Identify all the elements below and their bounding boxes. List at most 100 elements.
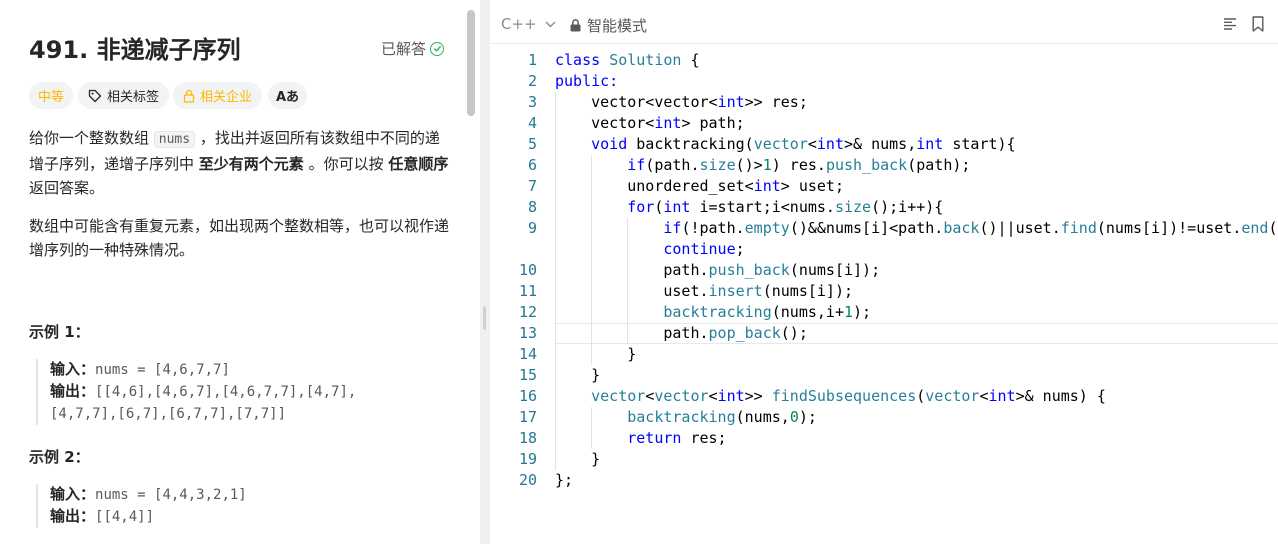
description-paragraph-2: 数组中可能含有重复元素，如出现两个整数相等，也可以视作递增序列的一种特殊情况。 — [29, 217, 450, 259]
input-value: nums = [4,6,7,7] — [95, 362, 230, 378]
panel-splitter[interactable] — [480, 0, 490, 544]
code-text: backtracking(nums,i+1); — [663, 303, 872, 321]
code-line[interactable]: 12 backtracking(nums,i+1); — [490, 302, 1278, 323]
line-number: 13 — [518, 324, 537, 342]
description-text: 。你可以按 — [303, 155, 389, 173]
line-number: 18 — [518, 429, 537, 447]
output-label: 输出： — [50, 382, 96, 400]
line-number: 9 — [527, 219, 537, 237]
code-line[interactable]: 14 } — [490, 344, 1278, 365]
code-text: if(!path.empty()&&nums[i]<path.back()||u… — [663, 219, 1278, 237]
output-value: [[4,6],[4,6,7],[4,6,7,7],[4,7], — [95, 384, 357, 400]
code-text: } — [555, 366, 601, 384]
code-text: if(path.size()>1) res.push_back(path); — [627, 156, 971, 174]
input-label: 输入： — [50, 485, 96, 503]
code-line[interactable]: 20}; — [490, 470, 1278, 491]
line-number: 17 — [518, 408, 537, 426]
solved-label: 已解答 — [381, 40, 427, 58]
code-line[interactable]: 19 } — [490, 449, 1278, 470]
solved-status: 已解答 — [381, 38, 445, 59]
line-number: 10 — [518, 261, 537, 279]
code-line[interactable]: 8 for(int i=start;i<nums.size();i++){ — [490, 197, 1278, 218]
format-align-icon[interactable] — [1223, 17, 1237, 31]
code-text: } — [555, 345, 637, 363]
code-text: void backtracking(vector<int>& nums,int … — [591, 135, 1016, 153]
code-area[interactable]: 1 class Solution { 2 public: 3 vector<vector… — [490, 50, 1278, 491]
code-text: path.pop_back(); — [555, 324, 808, 342]
output-label: 输出： — [50, 507, 96, 525]
code-text: vector<vector<int>> res; — [555, 93, 808, 111]
output-value: [[4,4]] — [95, 509, 155, 525]
code-text: class Solution { — [555, 51, 700, 69]
translate-button[interactable]: Aあ — [268, 82, 308, 109]
code-text: } — [555, 450, 601, 468]
difficulty-tag: 中等 — [29, 82, 74, 109]
bookmark-icon[interactable] — [1252, 16, 1264, 32]
code-line[interactable]: 3 vector<vector<int>> res; — [490, 92, 1278, 113]
tag-icon — [88, 89, 102, 102]
problem-title: 491. 非递减子序列 — [29, 36, 241, 64]
check-circle-icon — [430, 41, 445, 56]
chevron-down-icon — [545, 21, 556, 27]
code-text: public: — [555, 72, 619, 90]
problem-panel: 491. 非递减子序列 已解答 中等 相关标签 相关企业 Aあ 给你一个整数数组… — [0, 0, 480, 544]
code-text: path.push_back(nums[i]); — [555, 261, 881, 279]
line-number: 15 — [518, 366, 537, 384]
related-companies-button[interactable]: 相关企业 — [173, 82, 263, 109]
code-editor-panel: C++ 智能模式 1 class Solution { 2 public: 3 vect… — [490, 0, 1278, 544]
code-line[interactable]: 6 if(path.size()>1) res.push_back(path); — [490, 155, 1278, 176]
code-line[interactable]: 1 class Solution { — [490, 50, 1278, 71]
lock-icon — [570, 19, 581, 32]
description-text: 返回答案。 — [29, 179, 105, 197]
line-number: 2 — [527, 72, 537, 90]
description-bold: 至少有两个元素 — [198, 155, 304, 173]
code-line[interactable]: 9 if(!path.empty()&&nums[i]<path.back()|… — [490, 218, 1278, 239]
translate-icon: Aあ — [276, 90, 300, 105]
code-line[interactable]: 4 vector<int> path; — [490, 113, 1278, 134]
line-number: 20 — [518, 471, 537, 489]
smart-mode-toggle[interactable]: 智能模式 — [570, 15, 647, 36]
lock-icon — [183, 89, 195, 103]
code-line[interactable]: 7 unordered_set<int> uset; — [490, 176, 1278, 197]
code-line[interactable]: 15 } — [490, 365, 1278, 386]
related-tags-label: 相关标签 — [107, 90, 160, 105]
line-number: 14 — [518, 345, 537, 363]
code-line[interactable]: 11 uset.insert(nums[i]); — [490, 281, 1278, 302]
code-line[interactable]: 13 path.pop_back(); — [490, 323, 1278, 344]
code-line[interactable]: 2 public: — [490, 71, 1278, 92]
example-1-block: 输入：nums = [4,6,7,7] 输出：[[4,6],[4,6,7],[4… — [36, 359, 461, 425]
line-number: 4 — [527, 114, 537, 132]
example-2-block: 输入：nums = [4,4,3,2,1] 输出：[[4,4]] — [36, 484, 461, 528]
output-value-continued: [4,7,7],[6,7],[6,7,7],[7,7]] — [50, 406, 287, 422]
example-2-heading: 示例 2： — [29, 448, 90, 466]
line-number: 6 — [527, 156, 537, 174]
scrollbar[interactable] — [467, 10, 475, 116]
description-bold: 任意顺序 — [388, 155, 449, 173]
code-text: unordered_set<int> uset; — [555, 177, 844, 195]
input-label: 输入： — [50, 360, 96, 378]
code-text: }; — [555, 471, 574, 489]
line-number: 1 — [527, 51, 537, 69]
code-line[interactable]: 16 vector<vector<int>> findSubsequences(… — [490, 386, 1278, 407]
code-line[interactable]: 10 path.push_back(nums[i]); — [490, 260, 1278, 281]
code-line[interactable]: continue; — [490, 239, 1278, 260]
editor-toolbar: C++ 智能模式 — [490, 0, 1278, 44]
related-tags-button[interactable]: 相关标签 — [78, 82, 170, 109]
line-number: 7 — [527, 177, 537, 195]
line-number: 19 — [518, 450, 537, 468]
example-1-heading: 示例 1： — [29, 323, 90, 341]
code-text: return res; — [627, 429, 727, 447]
code-line[interactable]: 5 void backtracking(vector<int>& nums,in… — [490, 134, 1278, 155]
language-select[interactable]: C++ — [501, 15, 556, 33]
difficulty-label: 中等 — [38, 90, 65, 105]
input-value: nums = [4,4,3,2,1] — [95, 487, 247, 503]
line-number: 12 — [518, 303, 537, 321]
line-number: 16 — [518, 387, 537, 405]
code-line[interactable]: 17 backtracking(nums,0); — [490, 407, 1278, 428]
line-number: 8 — [527, 198, 537, 216]
code-line[interactable]: 18 return res; — [490, 428, 1278, 449]
related-companies-label: 相关企业 — [200, 90, 253, 105]
code-text: vector<vector<int>> findSubsequences(vec… — [591, 387, 1106, 405]
smart-mode-label: 智能模式 — [587, 17, 648, 35]
splitter-handle[interactable] — [483, 306, 486, 330]
